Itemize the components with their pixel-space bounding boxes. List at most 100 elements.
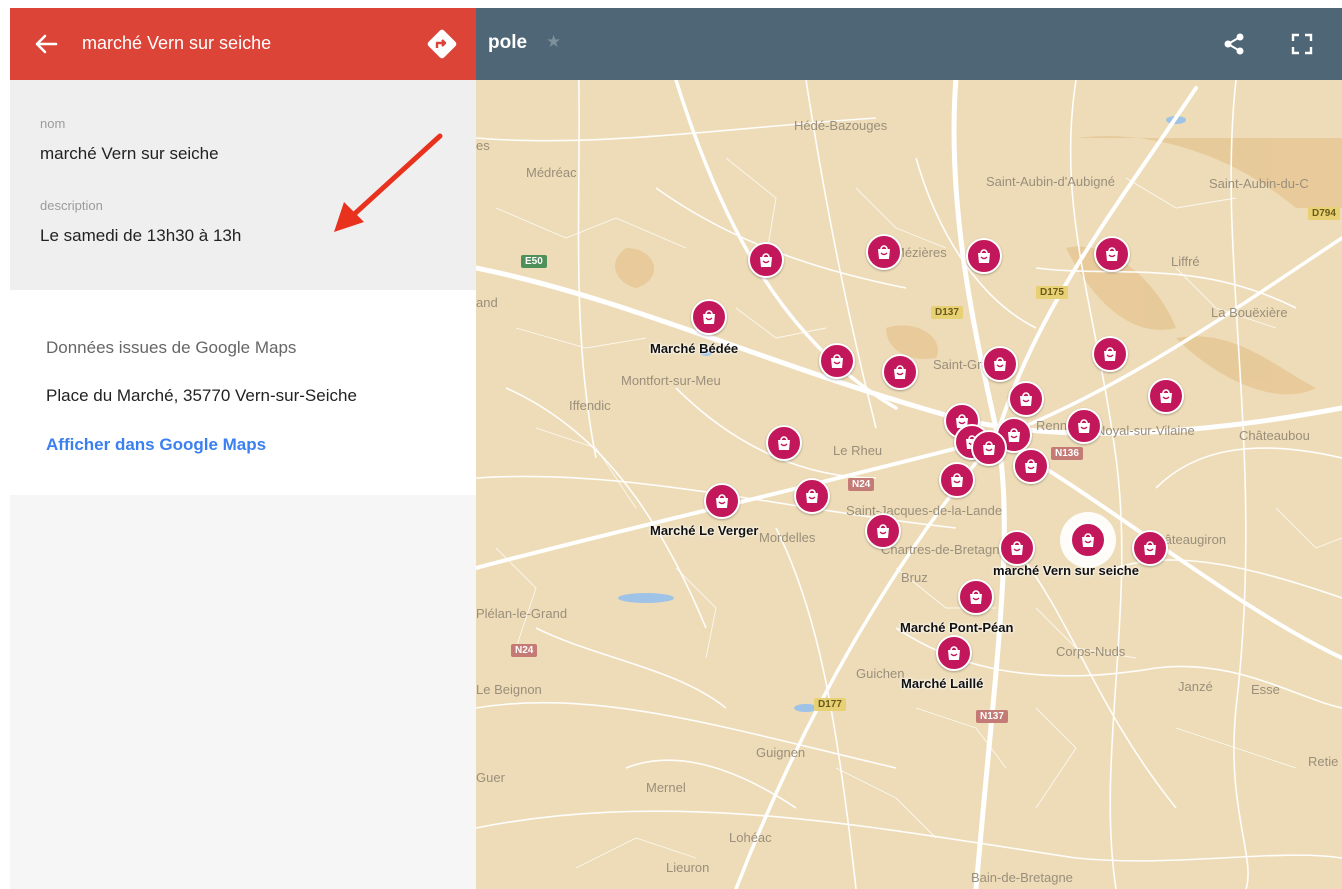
google-maps-heading: Données issues de Google Maps — [46, 338, 297, 357]
place-label: Châteaubou — [1239, 428, 1310, 443]
marker-label: Marché Laillé — [901, 676, 984, 691]
place-label: Noyal-sur-Vilaine — [1096, 423, 1195, 438]
shopping-bag-icon — [1011, 541, 1023, 555]
place-label: Corps-Nuds — [1056, 644, 1126, 659]
directions-icon[interactable] — [426, 28, 458, 60]
star-icon[interactable]: ★ — [546, 32, 561, 52]
shopping-bag-icon — [1008, 428, 1020, 442]
shopping-bag-icon — [1078, 419, 1090, 433]
shopping-bag-icon — [894, 365, 906, 379]
road-shield: D175 — [1036, 286, 1068, 299]
place-label: Saint-Aubin-du-C — [1209, 176, 1309, 191]
map-header: pole ★ — [476, 8, 1342, 80]
market-marker[interactable] — [1013, 448, 1049, 484]
google-maps-info: Données issues de Google Maps Place du M… — [10, 290, 476, 495]
place-label: es — [476, 138, 490, 153]
description-label: description — [40, 198, 103, 213]
place-label: and — [476, 295, 498, 310]
market-marker[interactable] — [1008, 381, 1044, 417]
shopping-bag-icon — [948, 646, 960, 660]
marker-label: Marché Bédée — [650, 341, 739, 356]
place-label: Hédé-Bazouges — [794, 118, 888, 133]
shopping-bag-icon — [760, 253, 772, 267]
panel-title: marché Vern sur seiche — [82, 33, 272, 53]
market-marker[interactable] — [999, 530, 1035, 566]
marker-label: Marché Pont-Péan — [900, 620, 1014, 635]
market-marker[interactable] — [766, 425, 802, 461]
road-shield: D794 — [1308, 207, 1340, 220]
shopping-bag-icon — [983, 441, 995, 455]
market-marker[interactable] — [1132, 530, 1168, 566]
place-label: Janzé — [1178, 679, 1213, 694]
market-marker[interactable] — [882, 354, 918, 390]
shopping-bag-icon — [831, 354, 843, 368]
place-label: Bain-de-Bretagne — [971, 870, 1073, 885]
place-label: Mernel — [646, 780, 686, 795]
shopping-bag-icon — [703, 310, 715, 324]
market-marker[interactable] — [982, 346, 1018, 382]
market-marker[interactable] — [1094, 236, 1130, 272]
marker-label: Marché Le Verger — [650, 523, 759, 538]
app-window: Hédé-Bazouges Médréac Saint-Aubin-d'Aubi… — [10, 8, 1342, 889]
market-marker[interactable] — [1092, 336, 1128, 372]
market-marker[interactable] — [691, 299, 727, 335]
arrow-left-icon[interactable] — [32, 30, 60, 58]
place-label: Saint-Jacques-de-la-Lande — [846, 503, 1003, 518]
panel-header: marché Vern sur seiche — [10, 8, 476, 80]
market-marker[interactable] — [971, 430, 1007, 466]
market-marker[interactable] — [936, 635, 972, 671]
place-label: Guer — [476, 770, 505, 785]
shopping-bag-icon — [1082, 533, 1094, 547]
place-label: Guignen — [756, 745, 806, 760]
market-marker[interactable] — [939, 462, 975, 498]
market-marker[interactable] — [819, 343, 855, 379]
map-canvas[interactable]: Hédé-Bazouges Médréac Saint-Aubin-d'Aubi… — [476, 8, 1342, 889]
market-marker[interactable] — [748, 242, 784, 278]
place-label: Esse — [1251, 682, 1280, 697]
shopping-bag-icon — [778, 436, 790, 450]
shopping-bag-icon — [970, 590, 982, 604]
place-label: Mordelles — [759, 530, 816, 545]
road-shield: N136 — [1051, 447, 1083, 460]
selected-market-marker[interactable] — [1070, 522, 1106, 558]
market-marker[interactable] — [1066, 408, 1102, 444]
place-label: Chartres-de-Bretagne — [881, 542, 1007, 557]
shopping-bag-icon — [1025, 459, 1037, 473]
shopping-bag-icon — [978, 249, 990, 263]
shopping-bag-icon — [951, 473, 963, 487]
shopping-bag-icon — [1144, 541, 1156, 555]
place-label: Iffendic — [569, 398, 611, 413]
address: Place du Marché, 35770 Vern-sur-Seiche — [46, 386, 357, 405]
shopping-bag-icon — [1106, 247, 1118, 261]
place-label: La Bouëxière — [1211, 305, 1288, 320]
road-shield: E50 — [521, 255, 547, 268]
shopping-bag-icon — [1020, 392, 1032, 406]
place-label: Retie — [1308, 754, 1339, 769]
fullscreen-icon[interactable] — [1288, 30, 1316, 58]
market-marker[interactable] — [1148, 378, 1184, 414]
market-marker[interactable] — [866, 234, 902, 270]
shopping-bag-icon — [877, 524, 889, 538]
share-icon[interactable] — [1220, 30, 1248, 58]
place-label: Saint-Aubin-d'Aubigné — [986, 174, 1115, 189]
name-value: marché Vern sur seiche — [40, 144, 219, 163]
market-marker[interactable] — [704, 483, 740, 519]
place-label: Médréac — [526, 165, 577, 180]
place-label: Liffré — [1171, 254, 1200, 269]
marker-label: marché Vern sur seiche — [993, 563, 1139, 578]
shopping-bag-icon — [716, 494, 728, 508]
place-label: Le Beignon — [476, 682, 542, 697]
market-marker[interactable] — [865, 513, 901, 549]
market-marker[interactable] — [794, 478, 830, 514]
description-value: Le samedi de 13h30 à 13h — [40, 226, 242, 245]
shopping-bag-icon — [878, 245, 890, 259]
annotation-arrow — [334, 133, 443, 232]
place-label: Lohéac — [729, 830, 772, 845]
road-shield: D177 — [814, 698, 846, 711]
open-google-maps-link[interactable]: Afficher dans Google Maps — [46, 435, 266, 455]
market-marker[interactable] — [958, 579, 994, 615]
market-marker[interactable] — [966, 238, 1002, 274]
road-shield: D137 — [931, 306, 963, 319]
shopping-bag-icon — [994, 357, 1006, 371]
name-label: nom — [40, 116, 66, 131]
